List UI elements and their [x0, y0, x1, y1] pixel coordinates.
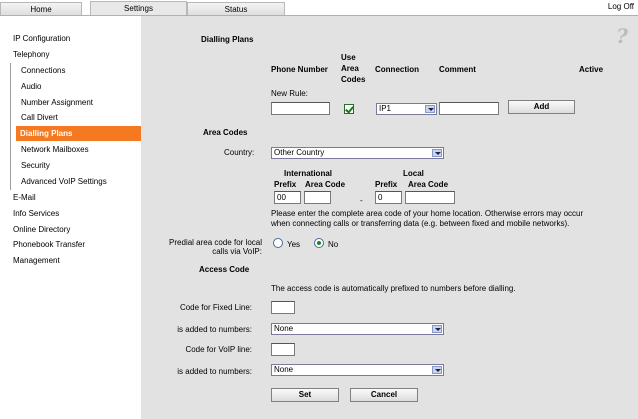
sidebar-item-phonebook-transfer[interactable]: Phonebook Transfer: [13, 240, 85, 249]
country-label: Country:: [224, 148, 255, 157]
cancel-button[interactable]: Cancel: [350, 388, 418, 402]
sidebar-submenu-bar: [10, 63, 11, 190]
sidebar-item-online-directory[interactable]: Online Directory: [13, 225, 70, 234]
col-connection: Connection: [375, 65, 419, 74]
predial-no-radio[interactable]: [314, 238, 324, 248]
chevron-down-icon: [432, 149, 442, 157]
sidebar: IP Configuration Telephony Connections A…: [0, 16, 141, 419]
predial-yes-radio[interactable]: [273, 238, 283, 248]
dash-separator: -: [360, 196, 363, 205]
col-use-area-codes-1: Use: [341, 53, 356, 62]
country-select-value: Other Country: [274, 148, 325, 157]
help-icon[interactable]: ?: [616, 24, 628, 48]
chevron-down-icon: [432, 325, 442, 333]
area-code-note-line2: when connecting calls or transferring da…: [271, 219, 570, 228]
add-button[interactable]: Add: [508, 100, 575, 114]
top-nav: Home Settings Status Log Off: [0, 0, 638, 17]
sidebar-item-telephony[interactable]: Telephony: [13, 50, 49, 59]
fixed-line-label: Code for Fixed Line:: [179, 303, 252, 312]
access-code-note: The access code is automatically prefixe…: [271, 284, 516, 293]
set-button[interactable]: Set: [271, 388, 339, 402]
col-active: Active: [579, 65, 604, 74]
area-code-note-line1: Please enter the complete area code of y…: [271, 209, 584, 218]
predial-yes-label: Yes: [287, 240, 301, 249]
sidebar-item-management[interactable]: Management: [13, 256, 60, 265]
new-rule-phone-input[interactable]: [271, 102, 330, 115]
fixed-line-added-select[interactable]: None: [271, 323, 444, 335]
connection-select[interactable]: IP1: [376, 103, 437, 115]
col-use-area-codes-3: Codes: [341, 75, 366, 84]
sidebar-item-call-divert[interactable]: Call Divert: [21, 113, 58, 122]
sidebar-item-dialling-plans[interactable]: Dialling Plans: [16, 126, 141, 141]
local-prefix-label: Prefix: [375, 180, 398, 189]
new-rule-comment-input[interactable]: [439, 102, 499, 115]
voip-line-added-select[interactable]: None: [271, 364, 444, 376]
international-label: International: [284, 169, 333, 178]
voip-line-added-value: None: [274, 365, 294, 374]
sidebar-item-security[interactable]: Security: [21, 161, 50, 170]
sidebar-item-audio[interactable]: Audio: [21, 82, 41, 91]
access-code-heading: Access Code: [199, 265, 250, 274]
col-use-area-codes-2: Area: [341, 64, 359, 73]
sidebar-item-network-mailboxes[interactable]: Network Mailboxes: [21, 145, 89, 154]
local-prefix-input[interactable]: 0: [375, 191, 402, 204]
predial-label-line1: Predial area code for local: [169, 238, 262, 247]
area-codes-heading: Area Codes: [203, 128, 248, 137]
sidebar-item-info-services[interactable]: Info Services: [13, 209, 59, 218]
chevron-down-icon: [425, 105, 435, 113]
tab-home[interactable]: Home: [0, 2, 82, 16]
intl-area-code-label: Area Code: [305, 180, 346, 189]
col-comment: Comment: [439, 65, 476, 74]
predial-no-label: No: [328, 240, 339, 249]
use-area-codes-checkbox[interactable]: [344, 104, 354, 114]
added-to-numbers-label-2: is added to numbers:: [177, 367, 252, 376]
voip-line-code-input[interactable]: [271, 343, 295, 356]
local-label: Local: [403, 169, 424, 178]
tab-status[interactable]: Status: [187, 2, 285, 16]
sidebar-item-advanced-voip[interactable]: Advanced VoIP Settings: [21, 177, 107, 186]
fixed-line-added-value: None: [274, 324, 294, 333]
fixed-line-code-input[interactable]: [271, 301, 295, 314]
voip-line-label: Code for VoIP line:: [185, 345, 252, 354]
sidebar-item-number-assignment[interactable]: Number Assignment: [21, 98, 93, 107]
local-area-code-label: Area Code: [408, 180, 449, 189]
chevron-down-icon: [432, 366, 442, 374]
main-panel: ? Dialling Plans Phone Number Use Area C…: [141, 16, 638, 419]
new-rule-label: New Rule:: [271, 89, 308, 98]
dialling-plans-heading: Dialling Plans: [201, 35, 254, 44]
country-select[interactable]: Other Country: [271, 147, 444, 159]
intl-area-code-input[interactable]: [304, 191, 331, 204]
sidebar-item-connections[interactable]: Connections: [21, 66, 65, 75]
sidebar-item-email[interactable]: E-Mail: [13, 193, 36, 202]
logoff-link[interactable]: Log Off: [608, 2, 634, 11]
predial-label-line2: calls via VoIP:: [212, 247, 262, 256]
col-phone-number: Phone Number: [271, 65, 328, 74]
intl-prefix-label: Prefix: [274, 180, 297, 189]
connection-select-value: IP1: [379, 104, 392, 113]
local-area-code-input[interactable]: [405, 191, 455, 204]
added-to-numbers-label-1: is added to numbers:: [177, 325, 252, 334]
intl-prefix-input[interactable]: 00: [274, 191, 301, 204]
sidebar-item-ip-configuration[interactable]: IP Configuration: [13, 34, 70, 43]
